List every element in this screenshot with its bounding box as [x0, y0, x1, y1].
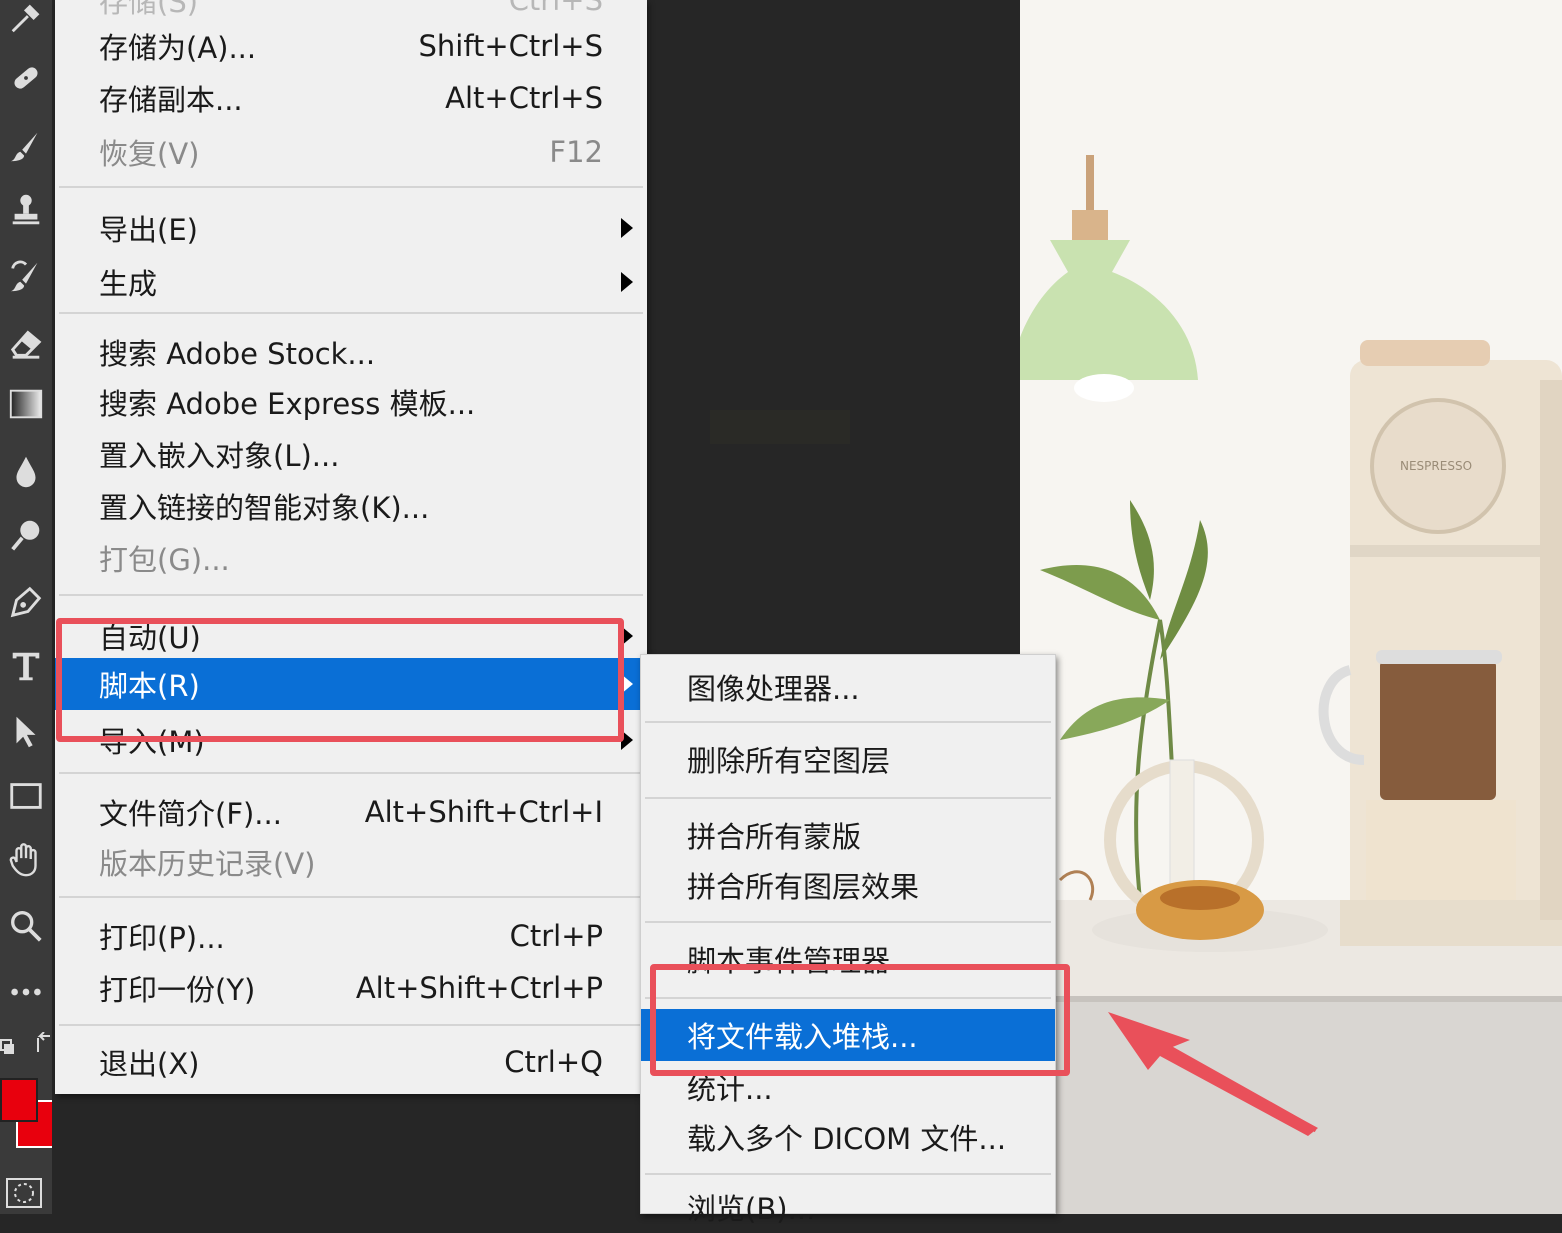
- menu-item-generate[interactable]: 生成: [55, 256, 647, 308]
- menu-item-place-embedded[interactable]: 置入嵌入对象(L)...: [55, 428, 647, 480]
- menu-item-print-one-copy[interactable]: 打印一份(Y) Alt+Shift+Ctrl+P: [55, 962, 647, 1014]
- type-icon[interactable]: [4, 644, 48, 688]
- menu-item-package[interactable]: 打包(G)...: [55, 532, 647, 584]
- menu-item-shortcut: Shift+Ctrl+S: [418, 29, 603, 63]
- annotation-box-scripts: [56, 618, 624, 742]
- canvas-shadow: [710, 410, 850, 444]
- menu-item-export[interactable]: 导出(E): [55, 202, 647, 254]
- submenu-item-label: 图像处理器...: [687, 672, 860, 706]
- menu-item-label: 打印(P)...: [99, 921, 225, 955]
- document-image: NESPRESSO: [1020, 0, 1562, 1214]
- submenu-arrow-icon: [621, 218, 633, 238]
- hand-icon[interactable]: [4, 838, 48, 882]
- file-menu: 存储(S) Ctrl+S 存储为(A)... Shift+Ctrl+S 存储副本…: [55, 0, 647, 1094]
- menu-separator: [645, 721, 1051, 723]
- menu-item-search-adobe-stock[interactable]: 搜索 Adobe Stock...: [55, 326, 647, 378]
- menu-item-label: 退出(X): [99, 1047, 200, 1081]
- menu-item-label: 文件简介(F)...: [99, 797, 282, 831]
- menu-item-search-adobe-express[interactable]: 搜索 Adobe Express 模板...: [55, 376, 647, 428]
- menu-separator: [59, 594, 643, 596]
- submenu-item-flatten-all-masks[interactable]: 拼合所有蒙版: [641, 809, 1055, 861]
- gradient-icon[interactable]: [4, 382, 48, 426]
- menu-item-label: 生成: [99, 267, 158, 301]
- menu-separator: [59, 312, 643, 314]
- eyedropper-icon[interactable]: [4, 0, 48, 40]
- menu-item-label: 存储副本...: [99, 83, 243, 117]
- dodge-icon[interactable]: [4, 514, 48, 558]
- menu-separator: [59, 896, 643, 898]
- submenu-item-load-dicom-files[interactable]: 载入多个 DICOM 文件...: [641, 1111, 1055, 1163]
- menu-separator: [59, 1024, 643, 1026]
- menu-item-file-info[interactable]: 文件简介(F)... Alt+Shift+Ctrl+I: [55, 786, 647, 838]
- menu-item-shortcut: Alt+Shift+Ctrl+P: [355, 971, 603, 1005]
- submenu-item-label: 拼合所有图层效果: [687, 870, 920, 904]
- menu-item-label: 打包(G)...: [99, 543, 230, 577]
- eraser-icon[interactable]: [4, 320, 48, 364]
- menu-item-label: 存储为(A)...: [99, 31, 257, 65]
- path-selection-icon[interactable]: [4, 710, 48, 754]
- clone-stamp-icon[interactable]: [4, 188, 48, 232]
- svg-text:NESPRESSO: NESPRESSO: [1400, 459, 1472, 473]
- brush-icon[interactable]: [4, 124, 48, 168]
- menu-item-label: 打印一份(Y): [99, 973, 256, 1007]
- blur-icon[interactable]: [4, 450, 48, 494]
- menu-item-shortcut: Alt+Ctrl+S: [445, 81, 603, 115]
- menu-separator: [59, 772, 643, 774]
- history-brush-icon[interactable]: [4, 254, 48, 298]
- menu-item-label: 版本历史记录(V): [99, 847, 316, 881]
- menu-item-shortcut: F12: [549, 135, 603, 169]
- menu-item-shortcut: Ctrl+P: [509, 919, 603, 953]
- menu-item-place-linked[interactable]: 置入链接的智能对象(K)...: [55, 480, 647, 532]
- menu-item-shortcut: Ctrl+Q: [504, 1045, 603, 1079]
- tools-panel: [0, 0, 62, 1214]
- submenu-item-image-processor[interactable]: 图像处理器...: [641, 661, 1055, 713]
- menu-item-exit[interactable]: 退出(X) Ctrl+Q: [55, 1036, 647, 1088]
- menu-item-save-as[interactable]: 存储为(A)... Shift+Ctrl+S: [55, 20, 647, 72]
- menu-item-shortcut: Alt+Shift+Ctrl+I: [364, 795, 603, 829]
- menu-item-revert[interactable]: 恢复(V) F12: [55, 126, 647, 178]
- menu-separator: [59, 186, 643, 188]
- healing-brush-icon[interactable]: [4, 56, 48, 100]
- pen-icon[interactable]: [4, 580, 48, 624]
- rectangle-icon[interactable]: [4, 774, 48, 818]
- submenu-item-flatten-layer-effects[interactable]: 拼合所有图层效果: [641, 859, 1055, 911]
- menu-separator: [645, 1173, 1051, 1175]
- menu-item-label: 搜索 Adobe Express 模板...: [99, 387, 476, 421]
- menu-separator: [645, 797, 1051, 799]
- menu-item-label: 搜索 Adobe Stock...: [99, 337, 376, 371]
- menu-item-label: 恢复(V): [99, 137, 200, 171]
- submenu-item-browse[interactable]: 浏览(B)...: [641, 1181, 1055, 1233]
- annotation-box-load-stack: [650, 964, 1070, 1076]
- menu-item-label: 置入嵌入对象(L)...: [99, 439, 340, 473]
- menu-item-print[interactable]: 打印(P)... Ctrl+P: [55, 910, 647, 962]
- scripts-submenu: 图像处理器... 删除所有空图层 拼合所有蒙版 拼合所有图层效果 脚本事件管理器…: [640, 654, 1056, 1226]
- submenu-arrow-icon: [621, 272, 633, 292]
- more-tools-icon[interactable]: [4, 970, 48, 1014]
- foreground-color-swatch[interactable]: [0, 1078, 38, 1122]
- submenu-item-label: 浏览(B)...: [687, 1192, 816, 1226]
- menu-item-label: 导出(E): [99, 213, 198, 247]
- submenu-item-label: 拼合所有蒙版: [687, 820, 862, 854]
- zoom-icon[interactable]: [4, 904, 48, 948]
- menu-separator: [645, 921, 1051, 923]
- quick-mask-icon[interactable]: [4, 1176, 44, 1210]
- submenu-item-label: 载入多个 DICOM 文件...: [687, 1122, 1007, 1156]
- menu-item-version-history[interactable]: 版本历史记录(V): [55, 836, 647, 888]
- default-colors-icon[interactable]: [0, 1032, 16, 1060]
- menu-item-save-copy[interactable]: 存储副本... Alt+Ctrl+S: [55, 72, 647, 124]
- kitchen-photo: NESPRESSO: [1020, 0, 1562, 1214]
- submenu-item-label: 删除所有空图层: [687, 744, 891, 778]
- menu-item-label: 置入链接的智能对象(K)...: [99, 491, 430, 525]
- submenu-item-delete-empty-layers[interactable]: 删除所有空图层: [641, 733, 1055, 785]
- swap-colors-icon[interactable]: [34, 1031, 52, 1056]
